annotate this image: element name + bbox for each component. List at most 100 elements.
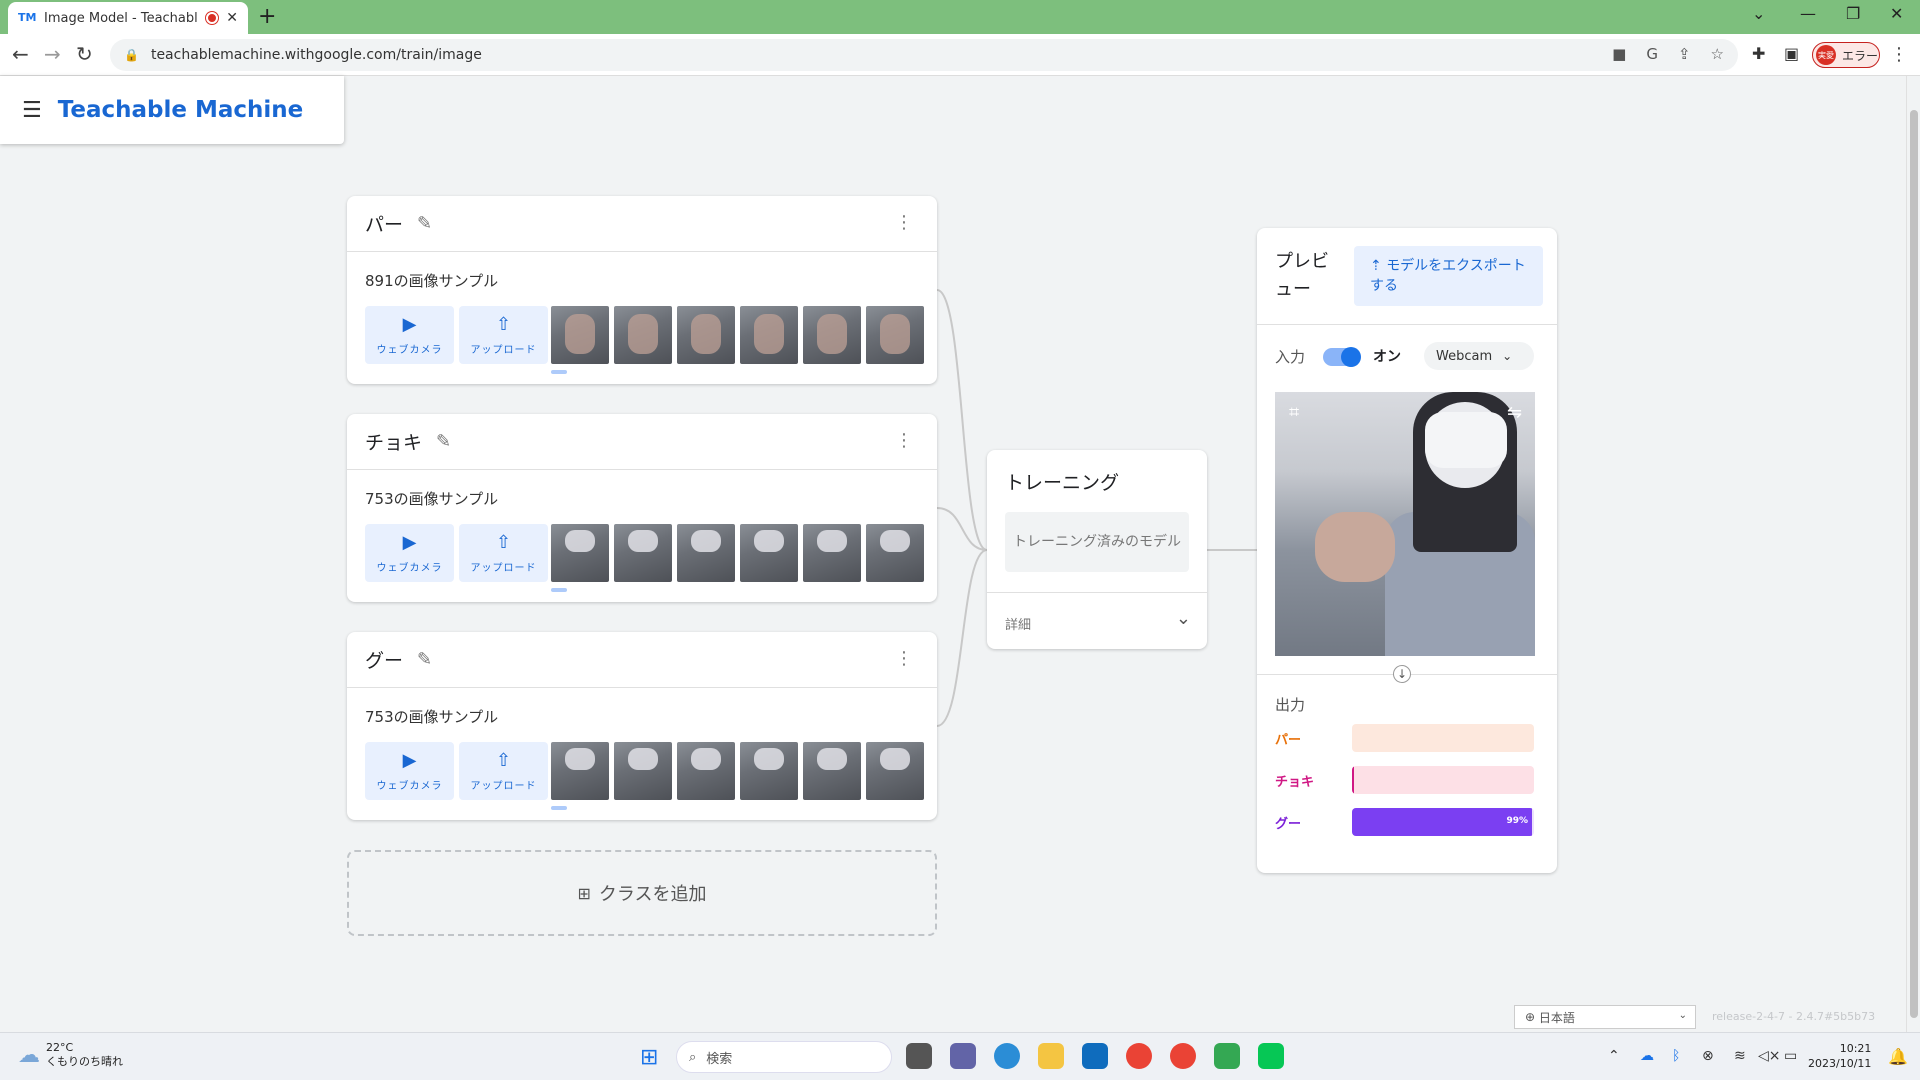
line-icon[interactable] xyxy=(1258,1043,1284,1069)
export-label: モデルをエクスポートする xyxy=(1370,258,1526,294)
upload-icon: ⇧ xyxy=(495,749,512,771)
thumbnail-scrollbar[interactable] xyxy=(551,806,567,810)
webcam-label: ウェブカメラ xyxy=(376,344,443,356)
class-name[interactable]: チョキ xyxy=(365,428,422,455)
sample-thumbnail[interactable] xyxy=(551,742,609,800)
class-options-icon[interactable]: ⋮ xyxy=(895,648,913,669)
edit-pencil-icon[interactable]: ✎ xyxy=(417,213,432,234)
sample-thumbnail[interactable] xyxy=(677,306,735,364)
upload-label: アップロード xyxy=(470,344,537,356)
sample-thumbnail[interactable] xyxy=(803,742,861,800)
upload-button[interactable]: ⇧ アップロード xyxy=(459,742,548,800)
edit-pencil-icon[interactable]: ✎ xyxy=(417,649,432,670)
edit-pencil-icon[interactable]: ✎ xyxy=(436,431,451,452)
notification-bell-icon[interactable]: 🔔 xyxy=(1888,1047,1908,1066)
upload-label: アップロード xyxy=(470,562,537,574)
export-model-button[interactable]: ⇡ モデルをエクスポートする xyxy=(1354,246,1543,306)
sample-thumbnail[interactable] xyxy=(740,306,798,364)
sample-thumbnail[interactable] xyxy=(677,742,735,800)
class-options-icon[interactable]: ⋮ xyxy=(895,212,913,233)
weather-text: くもりのち晴れ xyxy=(46,1055,123,1068)
arrow-down-icon[interactable]: ↓ xyxy=(1393,665,1411,683)
weather-widget[interactable]: ☁ 22°C くもりのち晴れ xyxy=(18,1041,123,1069)
sample-thumbnail[interactable] xyxy=(866,306,924,364)
video-camera-icon: ▶ xyxy=(402,531,417,553)
stop-icon[interactable]: ⊗ xyxy=(1702,1048,1714,1064)
chevron-down-icon: ⌄ xyxy=(1678,1010,1687,1021)
chrome-icon[interactable] xyxy=(1126,1043,1152,1069)
confidence-fill xyxy=(1352,808,1533,836)
wifi-icon[interactable]: ≋ xyxy=(1734,1048,1746,1064)
export-icon: ⇡ xyxy=(1370,258,1387,274)
class-name[interactable]: パー xyxy=(365,210,403,237)
flip-camera-icon[interactable]: ⇋ xyxy=(1507,402,1522,423)
language-select[interactable]: ⊕ 日本語 ⌄ xyxy=(1514,1005,1696,1029)
sample-thumbnail[interactable] xyxy=(614,524,672,582)
taskbar-search[interactable]: ⌕ 検索 xyxy=(676,1041,892,1073)
class-options-icon[interactable]: ⋮ xyxy=(895,430,913,451)
output-label: 出力 xyxy=(1275,696,1306,714)
battery-icon[interactable]: ▭ xyxy=(1784,1048,1797,1064)
page-scrollbar[interactable] xyxy=(1906,76,1920,1032)
advanced-details-label[interactable]: 詳細 xyxy=(1005,614,1031,633)
sample-thumbnail[interactable] xyxy=(677,524,735,582)
train-model-button[interactable]: トレーニング済みのモデル xyxy=(1005,512,1189,572)
output-class-name: パー xyxy=(1275,732,1302,748)
sample-thumbnail[interactable] xyxy=(866,524,924,582)
scrollbar-thumb[interactable] xyxy=(1910,110,1918,1018)
teams-chat-icon[interactable] xyxy=(950,1043,976,1069)
task-view-icon[interactable] xyxy=(906,1043,932,1069)
sample-thumbnail[interactable] xyxy=(551,524,609,582)
class-name[interactable]: グー xyxy=(365,646,403,673)
webcam-button[interactable]: ▶ ウェブカメラ xyxy=(365,306,454,364)
output-class-name: グー xyxy=(1275,816,1302,832)
windows-start-icon[interactable]: ⊞ xyxy=(640,1045,658,1070)
webcam-label: ウェブカメラ xyxy=(376,780,443,792)
chevron-up-icon[interactable]: ⌃ xyxy=(1608,1048,1620,1064)
windows-taskbar: ☁ 22°C くもりのち晴れ ⊞ ⌕ 検索 ⌃ ☁ ᛒ ⊗ ≋ ◁× ▭ 10:… xyxy=(0,1032,1920,1080)
sample-thumbnail[interactable] xyxy=(740,742,798,800)
store-icon[interactable] xyxy=(1082,1043,1108,1069)
clock-time: 10:21 xyxy=(1839,1042,1872,1055)
webcam-button[interactable]: ▶ ウェブカメラ xyxy=(365,524,454,582)
class-card-header: チョキ ✎ xyxy=(347,414,937,470)
bluetooth-icon[interactable]: ᛒ xyxy=(1672,1048,1680,1064)
input-state-label: オン xyxy=(1373,349,1401,365)
class-card-3: グー ✎ ⋮ 753の画像サンプル ▶ ウェブカメラ ⇧ アップロード xyxy=(347,632,937,820)
input-toggle[interactable] xyxy=(1323,347,1361,367)
add-class-button[interactable]: ⊞ クラスを追加 xyxy=(347,850,937,936)
crop-icon[interactable]: ⌗ xyxy=(1289,402,1299,423)
add-box-icon: ⊞ xyxy=(577,883,591,903)
chrome-profile-icon[interactable] xyxy=(1170,1043,1196,1069)
upload-button[interactable]: ⇧ アップロード xyxy=(459,306,548,364)
confidence-fill xyxy=(1352,766,1354,794)
onedrive-icon[interactable]: ☁ xyxy=(1640,1048,1654,1064)
sample-thumbnail[interactable] xyxy=(803,306,861,364)
sample-thumbnail[interactable] xyxy=(740,524,798,582)
classroom-icon[interactable] xyxy=(1214,1043,1240,1069)
input-source-select[interactable]: Webcam ⌄ xyxy=(1424,342,1534,370)
sample-count: 753の画像サンプル xyxy=(365,490,499,508)
file-explorer-icon[interactable] xyxy=(1038,1043,1064,1069)
sample-thumbnail[interactable] xyxy=(803,524,861,582)
sample-thumbnails xyxy=(551,306,924,364)
edge-icon[interactable] xyxy=(994,1043,1020,1069)
upload-icon: ⇧ xyxy=(495,531,512,553)
language-value: 日本語 xyxy=(1538,1010,1575,1025)
class-card-header: グー ✎ xyxy=(347,632,937,688)
confidence-bar: 99% xyxy=(1352,808,1534,836)
speaker-muted-icon[interactable]: ◁× xyxy=(1758,1048,1781,1064)
sample-count: 753の画像サンプル xyxy=(365,708,499,726)
sample-thumbnail[interactable] xyxy=(551,306,609,364)
webcam-button[interactable]: ▶ ウェブカメラ xyxy=(365,742,454,800)
sample-thumbnail[interactable] xyxy=(866,742,924,800)
sample-thumbnail[interactable] xyxy=(614,306,672,364)
sample-thumbnail[interactable] xyxy=(614,742,672,800)
chevron-down-icon[interactable]: ⌄ xyxy=(1176,608,1191,629)
output-row: グー 99% xyxy=(1275,808,1539,836)
upload-button[interactable]: ⇧ アップロード xyxy=(459,524,548,582)
preview-title: プレビュー xyxy=(1275,251,1329,300)
system-clock[interactable]: 10:21 2023/10/11 xyxy=(1808,1041,1871,1071)
thumbnail-scrollbar[interactable] xyxy=(551,588,567,592)
thumbnail-scrollbar[interactable] xyxy=(551,370,567,374)
